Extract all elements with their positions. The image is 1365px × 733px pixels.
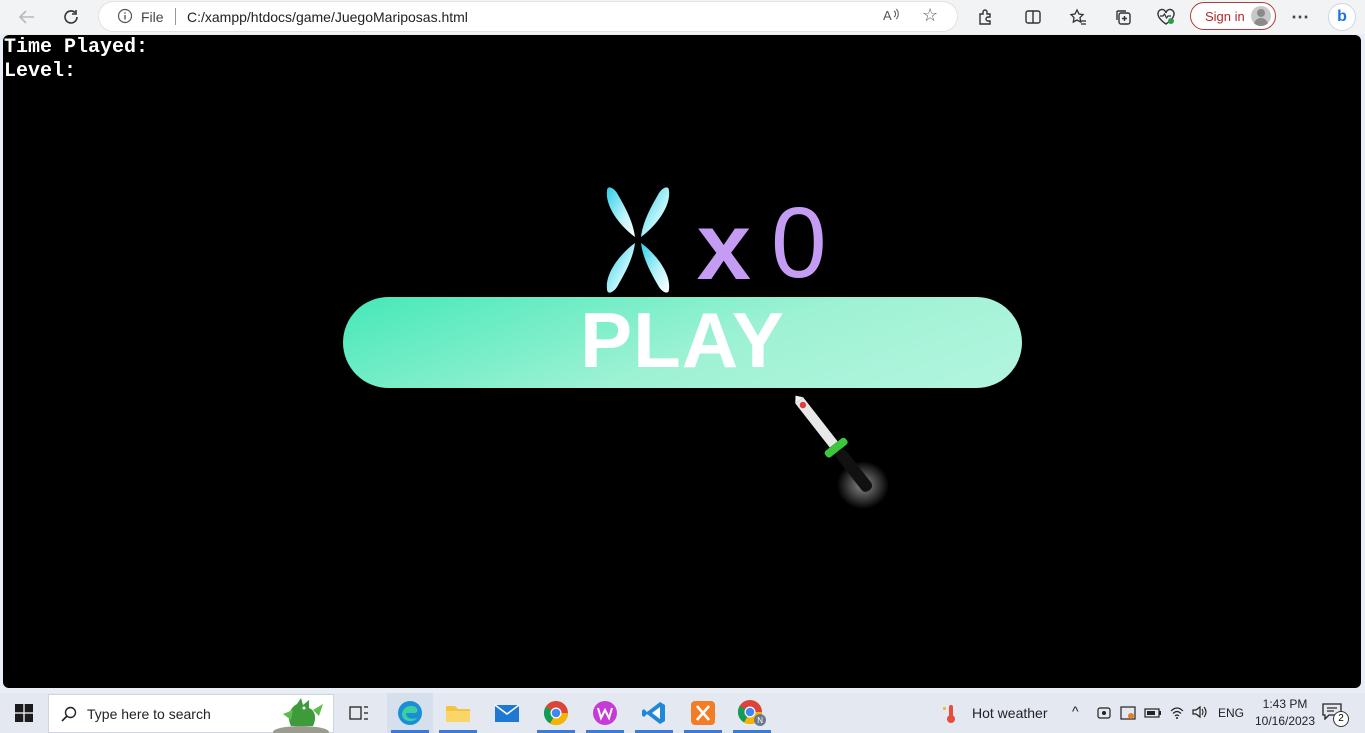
taskbar-wps-office[interactable] (582, 693, 628, 733)
hud: Time Played: Level: (4, 36, 148, 84)
taskbar-chrome[interactable] (533, 693, 579, 733)
meet-now-icon[interactable] (1096, 705, 1112, 721)
reload-icon[interactable] (59, 5, 83, 29)
game-canvas[interactable]: Time Played: Level: x 0 PLAY (3, 35, 1361, 688)
notifications-button[interactable]: 2 (1322, 702, 1349, 727)
taskbar-search-box[interactable]: Type here to search (48, 694, 334, 733)
play-button[interactable]: PLAY (343, 296, 1022, 388)
thermometer-weather-icon[interactable] (940, 703, 962, 725)
clock-date: 10/16/2023 (1254, 714, 1316, 728)
browser-essentials-icon[interactable] (1154, 5, 1178, 29)
collections-icon[interactable] (1111, 5, 1135, 29)
svg-text:A: A (883, 8, 892, 23)
chrome-icon (543, 701, 568, 726)
show-hidden-icons-chevron-icon[interactable]: ^ (1072, 703, 1079, 719)
url-text[interactable]: C:/xampp/htdocs/game/JuegoMariposas.html (187, 9, 468, 25)
play-label: PLAY (580, 296, 785, 384)
taskbar-chrome-profile[interactable]: N (729, 693, 775, 733)
address-scheme-label: File (141, 9, 164, 25)
taskbar-edge[interactable] (387, 693, 433, 733)
vscode-icon (642, 702, 665, 724)
wifi-icon[interactable] (1169, 704, 1185, 720)
butterfly-icon (606, 187, 670, 293)
back-arrow-icon[interactable] (15, 5, 39, 29)
favorite-star-icon[interactable]: ☆ (922, 5, 938, 26)
battery-icon[interactable] (1144, 705, 1162, 721)
bing-copilot-icon[interactable]: b (1328, 3, 1356, 31)
counter-multiplier: x (695, 199, 753, 308)
xampp-icon (691, 701, 715, 725)
folder-icon (446, 706, 470, 722)
info-icon[interactable] (117, 8, 133, 24)
sign-in-label: Sign in (1205, 9, 1245, 24)
start-button[interactable] (0, 693, 47, 733)
task-view-icon (349, 706, 368, 720)
chrome-profile-icon: N (737, 700, 766, 726)
search-icon (61, 706, 77, 722)
volume-icon[interactable] (1191, 704, 1209, 720)
edge-icon (398, 701, 422, 725)
taskbar-task-view[interactable] (336, 693, 382, 733)
clock[interactable]: 1:43 PM 10/16/2023 (1250, 696, 1320, 730)
knife-cursor-icon (795, 395, 889, 509)
mail-icon (494, 704, 520, 722)
extensions-icon[interactable] (973, 5, 997, 29)
taskbar-vscode[interactable] (631, 693, 677, 733)
svg-text:N: N (757, 716, 763, 725)
clock-time: 1:43 PM (1262, 697, 1308, 711)
address-bar[interactable]: File C:/xampp/htdocs/game/JuegoMariposas… (99, 2, 957, 31)
search-placeholder: Type here to search (87, 706, 211, 722)
time-played-label: Time Played: (4, 36, 149, 59)
level-label: Level: (4, 60, 77, 83)
split-screen-icon[interactable] (1021, 5, 1045, 29)
language-indicator[interactable]: ENG (1218, 706, 1244, 720)
notification-count-badge: 2 (1333, 711, 1349, 727)
weather-text[interactable]: Hot weather (972, 705, 1047, 721)
more-options-icon[interactable]: ⋯ (1288, 5, 1312, 29)
bing-label: b (1337, 8, 1347, 25)
read-aloud-icon[interactable]: A (883, 7, 901, 26)
browser-toolbar: File C:/xampp/htdocs/game/JuegoMariposas… (0, 0, 1365, 34)
security-icon[interactable] (1120, 705, 1136, 721)
wps-office-icon (593, 701, 617, 725)
avatar-icon (1251, 6, 1271, 26)
favorites-icon[interactable] (1066, 5, 1090, 29)
butterfly-count: 0 (771, 187, 827, 299)
sign-in-button[interactable]: Sign in (1190, 2, 1276, 30)
butterfly-counter: x 0 (603, 185, 843, 308)
taskbar-file-explorer[interactable] (435, 693, 481, 733)
address-separator (175, 8, 176, 25)
taskbar-mail[interactable] (484, 693, 530, 733)
taskbar: Type here to search N Hot weather ^ ENG … (0, 693, 1365, 733)
taskbar-xampp[interactable] (680, 693, 726, 733)
search-highlight-dragon-icon (273, 698, 329, 733)
windows-logo-icon (14, 704, 33, 722)
